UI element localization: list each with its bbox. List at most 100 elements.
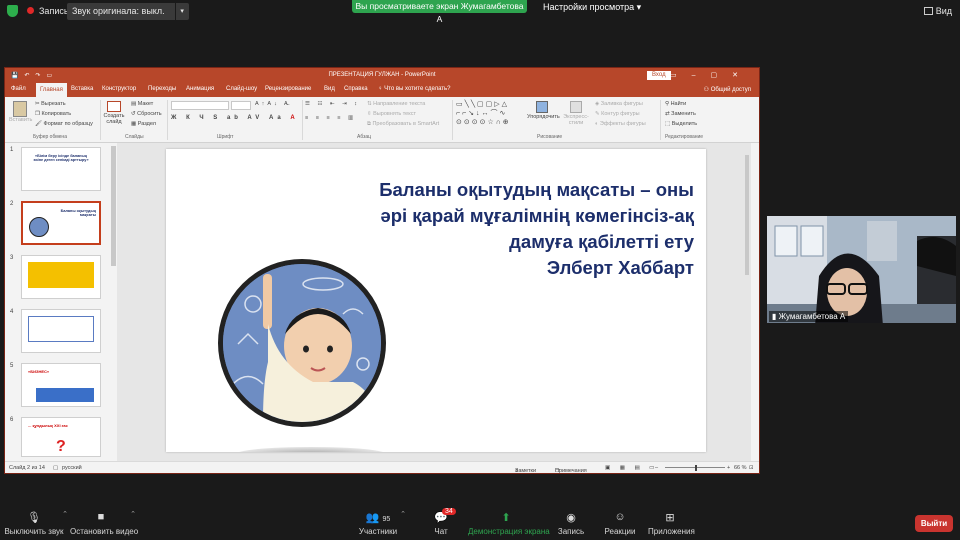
- tab-insert[interactable]: Вставка: [71, 86, 93, 92]
- apps-button[interactable]: ⊞ Приложения: [648, 505, 695, 540]
- group-paragraph: Абзац: [357, 134, 372, 140]
- slide-scrollbar[interactable]: [744, 147, 749, 443]
- scrollbar-thumb[interactable]: [745, 155, 749, 275]
- participants-button[interactable]: 👥 95 Участники ⌃: [358, 505, 406, 540]
- tab-design[interactable]: Конструктор: [102, 86, 136, 92]
- participants-count: 95: [382, 516, 391, 523]
- shape-outline-label: Контур фигуры: [601, 111, 640, 117]
- record-label: Запись: [557, 527, 585, 536]
- shape-effects-button[interactable]: ◐ Эффекты фигуры: [595, 121, 646, 127]
- tab-help[interactable]: Справка: [344, 86, 368, 92]
- fit-slide-icon[interactable]: ⊡: [749, 465, 754, 471]
- new-slide-button[interactable]: Создать слайд: [103, 101, 125, 125]
- slide-thumbnail[interactable]: [21, 309, 101, 353]
- slide-thumbnail[interactable]: «Білім беру ісінде баланың өзіне деген с…: [21, 147, 101, 191]
- replace-button[interactable]: ⇄ Заменить: [665, 111, 696, 117]
- format-painter-button[interactable]: 🖌 Формат по образцу: [35, 121, 93, 127]
- paste-button[interactable]: Вставить: [9, 101, 32, 123]
- ppt-status-bar: Слайд 2 из 14 ▢ русский ≡ Заметки ▭ Прим…: [5, 461, 759, 474]
- zoom-slider-thumb[interactable]: [695, 465, 697, 471]
- tab-transitions[interactable]: Переходы: [148, 86, 176, 92]
- text-direction-button[interactable]: ⇅ Направление текста: [367, 101, 425, 107]
- replace-icon: ⇄: [665, 111, 670, 117]
- tell-me-search[interactable]: ♀ Что вы хотите сделать?: [378, 86, 451, 92]
- tab-home[interactable]: Главная: [36, 83, 67, 97]
- participant-video[interactable]: ▮ Жумагамбетова А: [767, 216, 956, 323]
- quote-line: Баланы оқытудың мақсаты – оны: [379, 179, 694, 200]
- leave-button[interactable]: Выйти: [915, 515, 953, 532]
- ppt-title-bar: 💾↶↷▭ ПРЕЗЕНТАЦИЯ ГУЛЖАН - PowerPoint Вхо…: [5, 68, 759, 83]
- font-family-select[interactable]: [171, 101, 229, 110]
- align-text-icon: ⇳: [367, 111, 372, 117]
- zoom-in-button[interactable]: +: [727, 465, 730, 471]
- arrange-button[interactable]: Упорядочить: [527, 101, 560, 120]
- slide-thumbnail[interactable]: ... құндылық ХХІ ғас ?: [21, 417, 101, 457]
- question-mark-icon: ?: [56, 438, 66, 455]
- participants-icon: 👥 95: [365, 512, 391, 524]
- thumbnail-scrollbar[interactable]: [111, 146, 116, 266]
- thumb-yellow-block: [28, 262, 94, 288]
- section-button[interactable]: ▦ Раздел: [131, 121, 156, 127]
- original-sound-button[interactable]: Звук оригинала: выкл. ▾: [67, 3, 189, 20]
- shapes-gallery[interactable]: ▭╲╲▢▢▷△ ⌐⌐↘↓↔⌒∿ ⊙⊙⊙⊙☆∩⊕: [456, 100, 520, 128]
- chevron-up-icon[interactable]: ⌃: [400, 510, 406, 518]
- quick-styles-icon: [570, 101, 582, 113]
- stop-video-button[interactable]: ■ Остановить видео ⌃: [70, 505, 138, 540]
- spellcheck-icon[interactable]: ▢: [53, 465, 58, 471]
- copy-button[interactable]: ❐ Копировать: [35, 111, 71, 117]
- reactions-button[interactable]: ☺ Реакции: [604, 505, 636, 540]
- font-grow-shrink[interactable]: A↑A↓ A̶: [255, 101, 291, 107]
- view-buttons[interactable]: ▣ ▦ ▤ ▭: [605, 465, 658, 471]
- chevron-down-icon[interactable]: ▾: [174, 3, 189, 20]
- mute-button[interactable]: 🎙 Выключить звук ⌃: [4, 505, 68, 540]
- thumb-number: 1: [10, 147, 14, 153]
- scissors-icon: ✂: [35, 101, 40, 107]
- current-slide[interactable]: Баланы оқытудың мақсаты – оны әрі қарай …: [166, 149, 706, 452]
- slide-thumbnail[interactable]: [21, 255, 101, 299]
- view-mode-button[interactable]: Вид: [923, 6, 952, 16]
- align-text-button[interactable]: ⇳ Выровнять текст: [367, 111, 416, 117]
- share-screen-button[interactable]: ⬆ Демонстрация экрана: [468, 505, 550, 540]
- window-controls[interactable]: ▭–▢✕: [670, 71, 753, 79]
- cut-button[interactable]: ✂ Вырезать: [35, 101, 66, 107]
- language-label[interactable]: русский: [62, 465, 82, 471]
- chat-button[interactable]: 💬 Чат 34: [428, 505, 456, 540]
- tab-view[interactable]: Вид: [324, 86, 335, 92]
- chevron-up-icon[interactable]: ⌃: [130, 510, 136, 518]
- font-size-select[interactable]: [231, 101, 251, 110]
- share-screen-icon: ⬆: [501, 512, 511, 524]
- original-sound-label: Звук оригинала: выкл.: [72, 6, 165, 16]
- zoom-out-button[interactable]: –: [655, 465, 658, 471]
- list-buttons[interactable]: ☰ ☷ ⇤ ⇥ ↕: [305, 101, 360, 107]
- lightbulb-icon: ♀: [378, 86, 383, 92]
- record-icon: ◉: [566, 512, 576, 524]
- view-options-button[interactable]: Настройки просмотра ▾: [543, 2, 641, 13]
- thumb-text: «БИЗНЕС»: [28, 369, 50, 374]
- tab-file[interactable]: Файл: [11, 86, 26, 92]
- convert-smartart-button[interactable]: ⧉ Преобразовать в SmartArt: [367, 121, 439, 128]
- tab-animations[interactable]: Анимация: [186, 86, 214, 92]
- slide-thumbnail[interactable]: «БИЗНЕС»: [21, 363, 101, 407]
- select-button[interactable]: ⬚ Выделить: [665, 121, 697, 127]
- share-button[interactable]: ⚇ Общий доступ: [704, 86, 751, 93]
- security-shield-icon[interactable]: [7, 5, 18, 17]
- layout-button[interactable]: ▤ Макет: [131, 101, 153, 107]
- view-options-label: Настройки просмотра: [543, 2, 635, 12]
- tab-review[interactable]: Рецензирование: [265, 86, 311, 92]
- slide-thumbnail-selected[interactable]: Баланы оқытудың мақсаты: [21, 201, 101, 245]
- tab-slideshow[interactable]: Слайд-шоу: [226, 86, 257, 92]
- chevron-up-icon[interactable]: ⌃: [62, 510, 68, 518]
- chevron-down-icon: ▾: [636, 2, 642, 12]
- font-format-buttons[interactable]: Ж К Ч S аb AV Аа A: [171, 115, 299, 121]
- notes-label: Заметки: [515, 468, 537, 474]
- align-buttons[interactable]: ≡ ≡ ≡ ≡ ▥: [305, 115, 356, 121]
- shape-effects-label: Эффекты фигуры: [599, 121, 646, 127]
- quick-styles-button[interactable]: Экспресс-стили: [561, 101, 591, 126]
- find-button[interactable]: ⚲ Найти: [665, 101, 686, 107]
- signin-button[interactable]: Вход: [647, 71, 671, 80]
- record-button[interactable]: ◉ Запись: [556, 505, 586, 540]
- zoom-level[interactable]: 66 %: [734, 465, 747, 471]
- shape-outline-button[interactable]: ✎ Контур фигуры: [595, 111, 640, 117]
- shape-fill-button[interactable]: ◈ Заливка фигуры: [595, 101, 643, 107]
- reset-button[interactable]: ↺ Сбросить: [131, 111, 162, 117]
